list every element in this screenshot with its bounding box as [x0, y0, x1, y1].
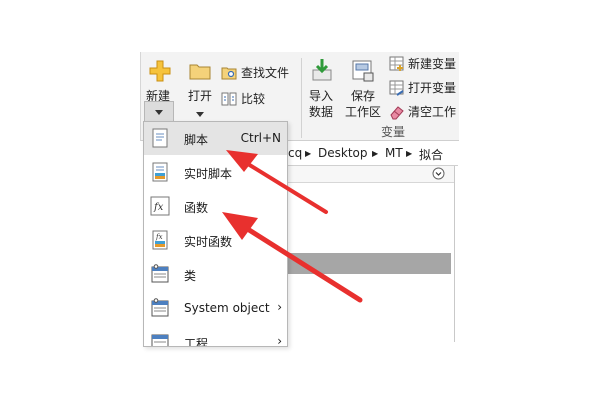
open-variable-button[interactable]: 打开变量 — [389, 79, 459, 97]
chevron-down-icon — [155, 110, 163, 115]
menu-item-label: 函数 — [184, 201, 209, 215]
system-object-icon — [151, 298, 169, 317]
chevron-down-icon[interactable] — [432, 167, 445, 180]
pane-border — [454, 166, 455, 342]
chevron-down-icon — [196, 112, 204, 117]
menu-item-label: 类 — [184, 269, 197, 283]
save-workspace-icon — [352, 60, 374, 82]
selected-file-row[interactable] — [286, 253, 451, 274]
compare-label: 比较 — [241, 92, 266, 106]
current-folder-header — [286, 166, 454, 183]
menu-item-shortcut: Ctrl+N — [240, 131, 281, 145]
address-bar[interactable]: cq ▶ Desktop ▶ MT ▶ 拟合 — [286, 141, 458, 166]
import-label-2: 数据 — [309, 105, 334, 119]
menu-item-project[interactable]: 工程 › — [144, 326, 287, 347]
open-button[interactable]: 打开 — [183, 54, 215, 124]
open-variable-icon — [389, 80, 404, 96]
breadcrumb-desktop[interactable]: Desktop — [318, 146, 368, 160]
chevron-right-icon: › — [277, 300, 282, 314]
function-icon: fx — [150, 196, 170, 216]
menu-item-live-script[interactable]: 实时脚本 — [144, 156, 287, 189]
breadcrumb-separator: ▶ — [406, 149, 413, 158]
find-files-button[interactable]: 查找文件 — [221, 64, 301, 82]
menu-item-label: 实时脚本 — [184, 167, 233, 181]
open-button-label: 打开 — [188, 89, 213, 103]
compare-button[interactable]: 比较 — [221, 90, 281, 108]
breadcrumb-separator: ▶ — [372, 149, 379, 158]
plus-icon — [149, 60, 171, 82]
new-variable-button[interactable]: 新建变量 — [389, 55, 459, 73]
menu-item-label: System object — [184, 301, 270, 315]
import-data-icon — [312, 59, 332, 81]
menu-item-function[interactable]: fx 函数 — [144, 190, 287, 223]
save-workspace-button[interactable]: 保存 工作区 — [343, 54, 383, 124]
project-icon — [151, 334, 169, 346]
open-variable-label: 打开变量 — [408, 81, 457, 95]
svg-text:fx: fx — [153, 202, 164, 213]
compare-icon — [221, 92, 237, 106]
svg-text:fx: fx — [155, 233, 163, 241]
live-script-icon — [152, 162, 168, 182]
menu-item-live-function[interactable]: fx 实时函数 — [144, 224, 287, 257]
menu-item-script[interactable]: 脚本 Ctrl+N — [144, 122, 287, 155]
import-data-button[interactable]: 导入 数据 — [305, 54, 339, 124]
new-dropdown-anchor[interactable] — [144, 101, 174, 122]
save-ws-label-1: 保存 — [351, 89, 376, 103]
menu-item-label: 脚本 — [184, 133, 209, 147]
eraser-icon — [390, 106, 404, 120]
variable-section-label: 变量 — [381, 125, 406, 139]
new-variable-icon — [389, 56, 404, 71]
save-ws-label-2: 工作区 — [345, 105, 382, 119]
folder-icon — [189, 64, 211, 80]
chevron-right-icon: › — [277, 334, 282, 347]
script-icon — [152, 128, 168, 148]
find-files-icon — [221, 67, 237, 80]
breadcrumb-fit[interactable]: 拟合 — [419, 146, 443, 163]
breadcrumb-cq[interactable]: cq — [288, 146, 302, 160]
clear-workspace-label: 清空工作 — [408, 105, 457, 119]
class-icon — [151, 264, 169, 283]
menu-item-label: 工程 — [184, 337, 209, 347]
import-label-1: 导入 — [309, 89, 334, 103]
menu-item-system-object[interactable]: System object › — [144, 292, 287, 325]
new-dropdown-menu: 脚本 Ctrl+N 实时脚本 fx 函数 fx 实时函数 类 System ob… — [143, 121, 288, 347]
clear-workspace-button[interactable]: 清空工作 — [389, 103, 459, 121]
breadcrumb-mt[interactable]: MT — [385, 146, 403, 160]
breadcrumb-separator: ▶ — [305, 149, 312, 158]
ribbon-separator — [301, 58, 302, 138]
menu-item-class[interactable]: 类 — [144, 258, 287, 291]
live-function-icon: fx — [152, 230, 168, 250]
find-files-label: 查找文件 — [241, 66, 290, 80]
new-variable-label: 新建变量 — [408, 57, 457, 71]
menu-item-label: 实时函数 — [184, 235, 233, 249]
